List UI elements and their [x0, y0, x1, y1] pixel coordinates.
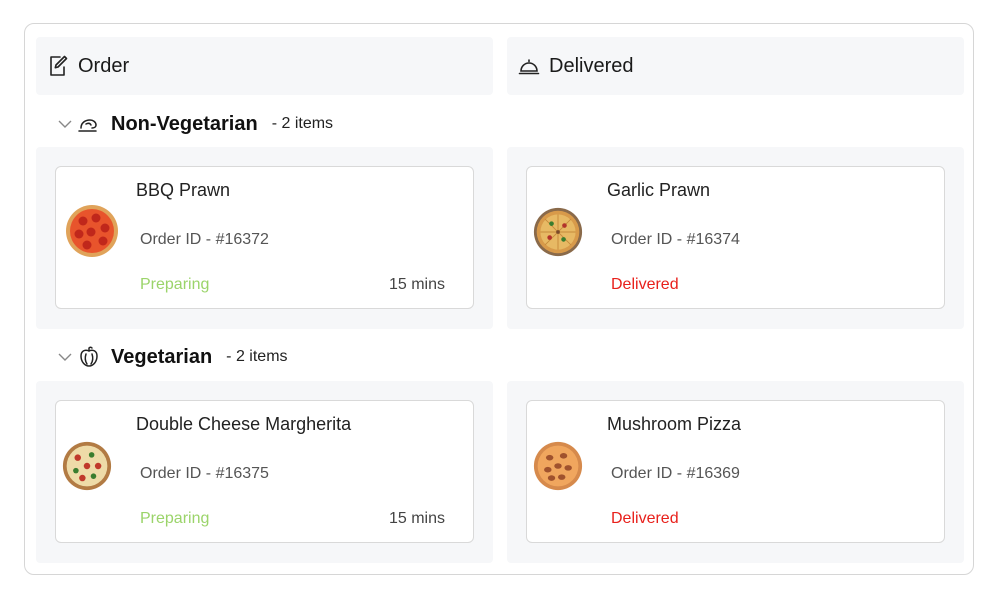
- group-title: Vegetarian: [111, 345, 213, 368]
- order-id: Order ID - #16372: [140, 231, 269, 248]
- status-label: Delivered: [611, 276, 679, 293]
- column-header-delivered: Delivered: [507, 37, 964, 95]
- lane-delivered-vegetarian: Mushroom Pizza Order ID - #16369 Deliver…: [507, 381, 964, 563]
- card-title: BBQ Prawn: [136, 180, 231, 200]
- order-card[interactable]: BBQ Prawn Order ID - #16372 Preparing 15…: [55, 166, 474, 309]
- pizza-thumbnail: [66, 205, 118, 257]
- status-label: Delivered: [611, 510, 679, 527]
- group-title: Non-Vegetarian: [111, 112, 258, 135]
- lane-delivered-non-vegetarian: Garlic Prawn Order ID - #16374 Delivered: [507, 147, 964, 329]
- edit-order-icon: [46, 54, 70, 78]
- lane-order-non-vegetarian: BBQ Prawn Order ID - #16372 Preparing 15…: [36, 147, 493, 329]
- order-card[interactable]: Mushroom Pizza Order ID - #16369 Deliver…: [526, 400, 945, 543]
- prep-time: 15 mins: [388, 510, 445, 527]
- bell-pepper-icon: [77, 345, 101, 369]
- pizza-thumbnail: [533, 441, 583, 491]
- chevron-down-icon[interactable]: [57, 116, 73, 132]
- group-header-non-vegetarian[interactable]: Non-Vegetarian - 2 items: [57, 111, 333, 137]
- order-id: Order ID - #16369: [611, 465, 740, 482]
- column-header-order: Order: [36, 37, 493, 95]
- lane-order-vegetarian: Double Cheese Margherita Order ID - #163…: [36, 381, 493, 563]
- prep-time: 15 mins: [388, 276, 445, 293]
- cloche-icon: [517, 54, 541, 78]
- chevron-down-icon[interactable]: [57, 349, 73, 365]
- group-item-count: - 2 items: [226, 348, 288, 365]
- group-item-count: - 2 items: [271, 115, 334, 132]
- order-card[interactable]: Garlic Prawn Order ID - #16374 Delivered: [526, 166, 945, 309]
- pizza-thumbnail: [533, 207, 583, 257]
- card-title: Double Cheese Margherita: [136, 414, 352, 434]
- kanban-board: Order Delivered Non-Vegetarian - 2 items: [24, 23, 974, 575]
- status-label: Preparing: [140, 510, 210, 527]
- status-label: Preparing: [140, 276, 210, 293]
- order-id: Order ID - #16374: [611, 231, 740, 248]
- chicken-leg-icon: [77, 112, 101, 136]
- group-header-vegetarian[interactable]: Vegetarian - 2 items: [57, 344, 288, 370]
- column-title: Delivered: [549, 54, 634, 77]
- card-title: Mushroom Pizza: [607, 414, 742, 434]
- card-title: Garlic Prawn: [607, 180, 711, 200]
- order-card[interactable]: Double Cheese Margherita Order ID - #163…: [55, 400, 474, 543]
- column-title: Order: [78, 54, 130, 77]
- pizza-thumbnail: [62, 441, 112, 491]
- order-id: Order ID - #16375: [140, 465, 269, 482]
